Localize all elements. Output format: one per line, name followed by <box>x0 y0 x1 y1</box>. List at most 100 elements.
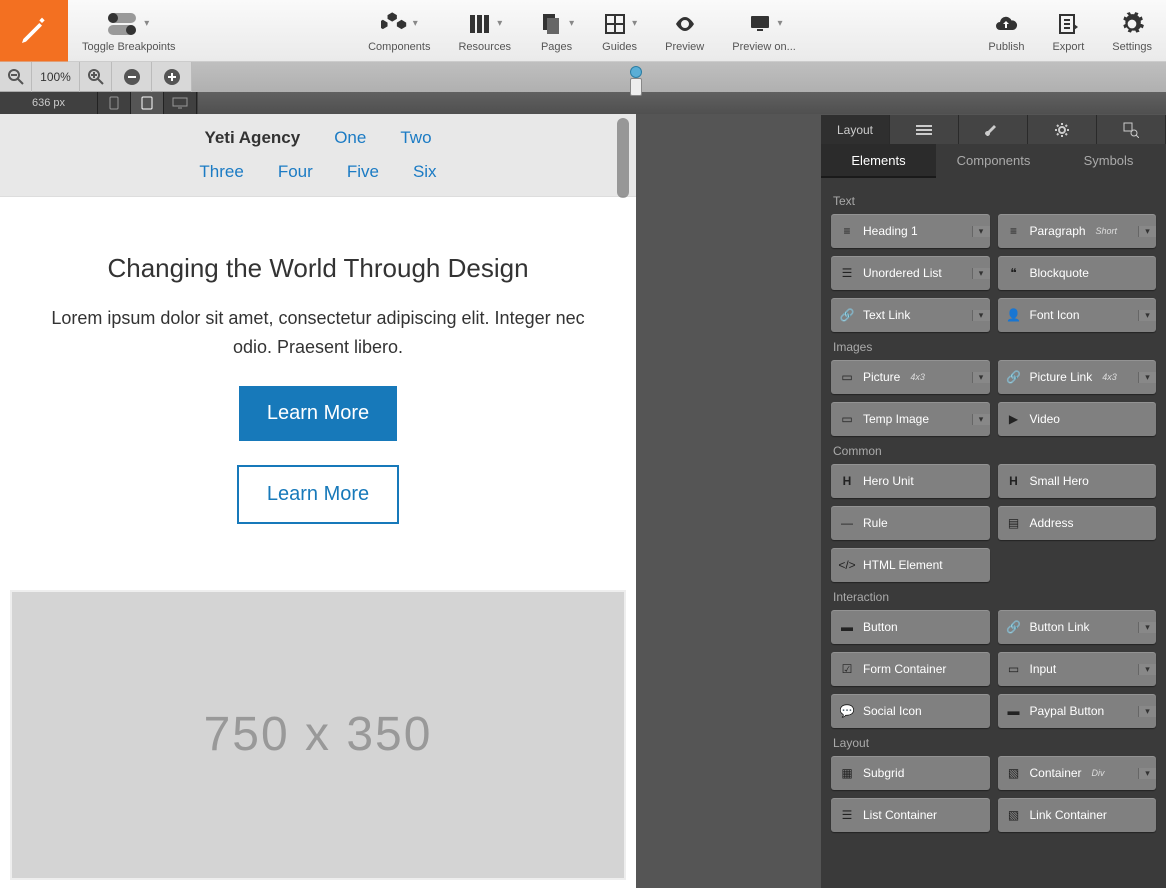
nav-link-two[interactable]: Two <box>400 128 431 148</box>
play-icon: ▶ <box>1006 411 1022 427</box>
chevron-down-icon[interactable]: ▾ <box>972 414 990 425</box>
canvas-viewport[interactable]: Yeti Agency One Two Three Four Five Six … <box>0 114 636 888</box>
elem-rule[interactable]: —Rule <box>831 506 990 540</box>
elem-text-link[interactable]: 🔗Text Link▾ <box>831 298 990 332</box>
guides-button[interactable]: ▾ Guides <box>588 9 651 53</box>
elem-unordered-list[interactable]: ☰Unordered List▾ <box>831 256 990 290</box>
pages-icon <box>539 12 565 36</box>
right-sidebar: Layout Elements Components Symbols Text … <box>821 114 1166 888</box>
sidebar-mode-layout[interactable]: Layout <box>821 115 890 144</box>
nav-link-four[interactable]: Four <box>278 162 313 182</box>
hero-text[interactable]: Lorem ipsum dolor sit amet, consectetur … <box>30 304 606 362</box>
zoom-plus-button[interactable] <box>152 62 192 92</box>
publish-button[interactable]: Publish <box>974 9 1038 53</box>
breakpoint-marker[interactable] <box>630 66 642 78</box>
width-handle[interactable] <box>630 78 642 96</box>
sidebar-mode-inspect[interactable] <box>1097 115 1166 144</box>
device-tablet-button[interactable] <box>131 92 164 114</box>
guides-label: Guides <box>602 41 637 53</box>
chevron-down-icon[interactable]: ▾ <box>1138 622 1156 633</box>
nav-link-one[interactable]: One <box>334 128 366 148</box>
resources-button[interactable]: ▾ Resources <box>444 9 525 53</box>
tab-symbols[interactable]: Symbols <box>1051 144 1166 178</box>
nav-link-five[interactable]: Five <box>347 162 379 182</box>
elem-input[interactable]: ▭Input▾ <box>998 652 1157 686</box>
preview-button[interactable]: Preview <box>651 9 718 53</box>
section-text: Text <box>831 186 1156 214</box>
elem-video[interactable]: ▶Video <box>998 402 1157 436</box>
preview-on-label: Preview on... <box>732 41 796 53</box>
image-icon: ▭ <box>839 411 855 427</box>
chevron-down-icon[interactable]: ▾ <box>972 268 990 279</box>
person-icon: 👤 <box>1006 307 1022 323</box>
elem-font-icon[interactable]: 👤Font Icon▾ <box>998 298 1157 332</box>
device-desktop-button[interactable] <box>164 92 197 114</box>
placeholder-image[interactable]: 750 x 350 <box>10 590 626 880</box>
canvas-scrollbar[interactable] <box>617 118 629 198</box>
elem-picture[interactable]: ▭Picture4x3▾ <box>831 360 990 394</box>
chevron-down-icon[interactable]: ▾ <box>1138 372 1156 383</box>
site-brand[interactable]: Yeti Agency <box>204 128 300 148</box>
components-button[interactable]: ▾ Components <box>354 9 444 53</box>
chevron-down-icon[interactable]: ▾ <box>1138 768 1156 779</box>
gear-icon <box>1119 11 1145 37</box>
elem-button-link[interactable]: 🔗Button Link▾ <box>998 610 1157 644</box>
elem-link-container[interactable]: ▧Link Container <box>998 798 1157 832</box>
nav-link-six[interactable]: Six <box>413 162 437 182</box>
elem-hero-unit[interactable]: HHero Unit <box>831 464 990 498</box>
breakpoint-ruler[interactable] <box>192 62 1166 92</box>
hero-title[interactable]: Changing the World Through Design <box>30 253 606 284</box>
nav-link-three[interactable]: Three <box>199 162 243 182</box>
elem-temp-image[interactable]: ▭Temp Image▾ <box>831 402 990 436</box>
cta-primary-button[interactable]: Learn More <box>239 386 397 441</box>
sidebar-mode-list[interactable] <box>890 115 959 144</box>
elem-address[interactable]: ▤Address <box>998 506 1157 540</box>
elem-form-container[interactable]: ☑Form Container <box>831 652 990 686</box>
chevron-down-icon[interactable]: ▾ <box>1138 664 1156 675</box>
elem-list-container[interactable]: ☰List Container <box>831 798 990 832</box>
chevron-down-icon[interactable]: ▾ <box>1138 706 1156 717</box>
zoom-in-fit-button[interactable] <box>80 62 112 92</box>
sidebar-mode-brush[interactable] <box>959 115 1028 144</box>
pages-button[interactable]: ▾ Pages <box>525 9 588 53</box>
elem-html[interactable]: </>HTML Element <box>831 548 990 582</box>
settings-button[interactable]: Settings <box>1098 9 1166 53</box>
resources-icon <box>467 12 493 36</box>
section-common: Common <box>831 436 1156 464</box>
zoom-out-fit-button[interactable] <box>0 62 32 92</box>
export-button[interactable]: Export <box>1038 9 1098 53</box>
elem-heading1[interactable]: ≡Heading 1▾ <box>831 214 990 248</box>
button-icon: ▬ <box>839 619 855 635</box>
elem-social-icon[interactable]: 💬Social Icon <box>831 694 990 728</box>
rule-icon: — <box>839 515 855 531</box>
image-icon: ▭ <box>839 369 855 385</box>
app-logo[interactable] <box>0 0 68 62</box>
toggle-breakpoints-button[interactable]: ▾ Toggle Breakpoints <box>68 9 190 53</box>
zoom-bar: 100% <box>0 62 1166 92</box>
chevron-down-icon[interactable]: ▾ <box>1138 310 1156 321</box>
chat-icon: 💬 <box>839 703 855 719</box>
sidebar-mode-gear[interactable] <box>1028 115 1097 144</box>
image-section[interactable]: 750 x 350 <box>0 580 636 888</box>
elem-container[interactable]: ▧ContainerDiv▾ <box>998 756 1157 790</box>
site-header[interactable]: Yeti Agency One Two Three Four Five Six <box>0 114 636 197</box>
chevron-down-icon[interactable]: ▾ <box>1138 226 1156 237</box>
preview-on-button[interactable]: ▾ Preview on... <box>718 9 810 53</box>
elem-paypal-button[interactable]: ▬Paypal Button▾ <box>998 694 1157 728</box>
elem-subgrid[interactable]: ▦Subgrid <box>831 756 990 790</box>
device-phone-button[interactable] <box>98 92 131 114</box>
elem-picture-link[interactable]: 🔗Picture Link4x3▾ <box>998 360 1157 394</box>
hero-section[interactable]: Changing the World Through Design Lorem … <box>0 197 636 580</box>
chevron-down-icon[interactable]: ▾ <box>972 372 990 383</box>
chevron-down-icon[interactable]: ▾ <box>972 226 990 237</box>
zoom-minus-button[interactable] <box>112 62 152 92</box>
tab-elements[interactable]: Elements <box>821 144 936 178</box>
cta-secondary-button[interactable]: Learn More <box>237 465 399 524</box>
chevron-down-icon[interactable]: ▾ <box>972 310 990 321</box>
elem-button[interactable]: ▬Button <box>831 610 990 644</box>
settings-label: Settings <box>1112 41 1152 53</box>
elem-small-hero[interactable]: HSmall Hero <box>998 464 1157 498</box>
tab-components[interactable]: Components <box>936 144 1051 178</box>
elem-blockquote[interactable]: ❝Blockquote <box>998 256 1157 290</box>
elem-paragraph[interactable]: ≡ParagraphShort▾ <box>998 214 1157 248</box>
